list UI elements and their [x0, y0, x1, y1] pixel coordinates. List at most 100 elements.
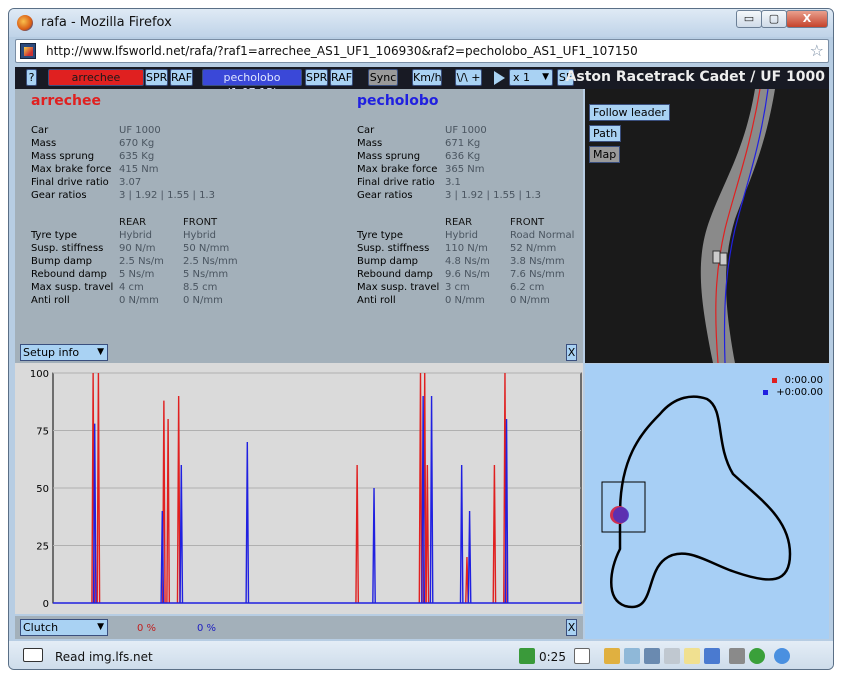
page-icon[interactable] — [574, 648, 590, 664]
path-button[interactable]: Path — [589, 125, 622, 142]
susp-label-d1: Tyre type — [31, 230, 78, 241]
play-icon[interactable] — [494, 71, 505, 85]
clutch-chart: 0 25 50 75 100 — [30, 369, 582, 610]
front-value-d2: 3.8 Ns/mm — [510, 256, 565, 267]
settings-icon[interactable] — [729, 648, 745, 664]
setup-label-d1: Car — [31, 125, 49, 136]
tool-icon[interactable] — [624, 648, 640, 664]
driver1-time: 0:00.00 — [784, 375, 823, 386]
close-button[interactable]: X — [786, 10, 828, 28]
susp-label-d1: Susp. stiffness — [31, 243, 104, 254]
window-title: rafa - Mozilla Firefox — [41, 15, 172, 30]
driver1-spr-button[interactable]: SPR — [145, 69, 168, 86]
susp-label-d1: Bump damp — [31, 256, 93, 267]
track-outline — [610, 395, 792, 609]
rear-value-d2: 110 N/m — [445, 243, 488, 254]
front-value-d1: 2.5 Ns/mm — [183, 256, 238, 267]
setup-value-d1: 3.07 — [119, 177, 142, 188]
graph-channel-select[interactable]: Clutch — [20, 619, 108, 636]
telemetry-graph: 0 25 50 75 100 — [15, 363, 583, 614]
track-title: Aston Racetrack Cadet / UF 1000 — [565, 69, 825, 85]
driver2-marker — [613, 507, 629, 523]
track-map-svg — [601, 395, 792, 609]
info-icon[interactable] — [749, 648, 765, 664]
y-tick-label: 50 — [36, 484, 49, 495]
help-button[interactable]: ? — [26, 69, 37, 86]
follow-leader-button[interactable]: Follow leader — [589, 104, 670, 121]
bookmark-star-icon[interactable]: ☆ — [810, 41, 824, 60]
mail-icon[interactable] — [684, 648, 700, 664]
site-favicon-icon — [20, 43, 36, 59]
driver1-percent: 0 % — [137, 623, 157, 634]
driver-name-d1: arrechee — [31, 93, 102, 109]
rear-header-d2: REAR — [445, 217, 473, 228]
rear-value-d2: 4.8 Ns/m — [445, 256, 490, 267]
y-tick-label: 75 — [36, 427, 49, 438]
firefox-icon — [17, 15, 33, 31]
driver2-time: +0:00.00 — [776, 387, 823, 398]
setup-label-d1: Final drive ratio — [31, 177, 109, 188]
sync-addon-icon[interactable] — [774, 648, 790, 664]
setup-label-d2: Final drive ratio — [357, 177, 435, 188]
graph-icon[interactable] — [704, 648, 720, 664]
setup-close-button[interactable]: X — [566, 344, 577, 361]
setup-label-d1: Max brake force — [31, 164, 112, 175]
driver2-spr-button[interactable]: SPR — [305, 69, 328, 86]
setup-value-d2: 636 Kg — [445, 151, 481, 162]
legend-driver2: +0:00.00 — [763, 387, 823, 398]
setup-label-d2: Mass — [357, 138, 383, 149]
front-value-d2: 52 N/mm — [510, 243, 557, 254]
car-view: Follow leader Path Map — [585, 88, 829, 364]
sync-button[interactable]: Sync — [368, 69, 398, 86]
driver1-raf-button[interactable]: RAF — [170, 69, 193, 86]
title-bar: rafa - Mozilla Firefox ▭ ▢ X — [9, 9, 833, 37]
pencil-icon[interactable] — [604, 648, 620, 664]
front-value-d1: 5 Ns/mm — [183, 269, 229, 280]
front-value-d2: 0 N/mm — [510, 295, 550, 306]
front-value-d1: 0 N/mm — [183, 295, 223, 306]
status-timer: 0:25 — [539, 650, 566, 664]
front-value-d1: 8.5 cm — [183, 282, 218, 293]
setup-label-d1: Gear ratios — [31, 190, 87, 201]
front-header-d1: FRONT — [183, 217, 218, 228]
driver2-raf-button[interactable]: RAF — [330, 69, 353, 86]
graph-close-button[interactable]: X — [566, 619, 577, 636]
susp-label-d2: Anti roll — [357, 295, 396, 306]
display-icon — [23, 648, 43, 662]
url-text[interactable]: http://www.lfsworld.net/rafa/?raf1=arrec… — [46, 44, 638, 58]
graph-bar: Clutch 0 % 0 % X — [15, 616, 583, 639]
reload-icon[interactable] — [664, 648, 680, 664]
setup-value-d2: 3 | 1.92 | 1.55 | 1.3 — [445, 190, 541, 201]
driver2-button[interactable]: pecholobo (1:07.15) — [202, 69, 302, 99]
kmh-button[interactable]: Km/h — [412, 69, 442, 86]
driver1-button[interactable]: arrechee (1:06.93) — [48, 69, 144, 99]
susp-label-d2: Max susp. travel — [357, 282, 440, 293]
setup-info-select[interactable]: Setup info — [20, 344, 108, 361]
speed-select[interactable]: x 1 — [509, 69, 553, 86]
car1-icon — [712, 250, 721, 264]
rear-value-d2: Hybrid — [445, 230, 479, 241]
susp-label-d2: Susp. stiffness — [357, 243, 430, 254]
setup-value-d2: 365 Nm — [445, 164, 485, 175]
download-icon[interactable] — [519, 648, 535, 664]
setup-value-d1: 670 Kg — [119, 138, 155, 149]
setup-value-d1: 635 Kg — [119, 151, 155, 162]
susp-label-d1: Anti roll — [31, 295, 70, 306]
y-tick-label: 25 — [36, 542, 49, 553]
rear-value-d2: 0 N/mm — [445, 295, 485, 306]
map-button[interactable]: Map — [589, 146, 621, 163]
susp-label-d1: Max susp. travel — [31, 282, 114, 293]
rear-header-d1: REAR — [119, 217, 147, 228]
minimize-button[interactable]: ▭ — [736, 10, 762, 28]
track-surface — [700, 89, 775, 363]
front-header-d2: FRONT — [510, 217, 545, 228]
save-icon[interactable] — [644, 648, 660, 664]
setup-value-d1: 3 | 1.92 | 1.55 | 1.3 — [119, 190, 215, 201]
address-bar[interactable]: http://www.lfsworld.net/rafa/?raf1=arrec… — [15, 39, 829, 63]
maximize-button[interactable]: ▢ — [761, 10, 787, 28]
graph-mode-button[interactable]: \/\ + — [455, 69, 482, 86]
setup-label-d1: Mass sprung — [31, 151, 95, 162]
front-value-d2: 7.6 Ns/mm — [510, 269, 565, 280]
view-window-box — [601, 481, 646, 533]
legend-driver1: 0:00.00 — [771, 375, 823, 386]
